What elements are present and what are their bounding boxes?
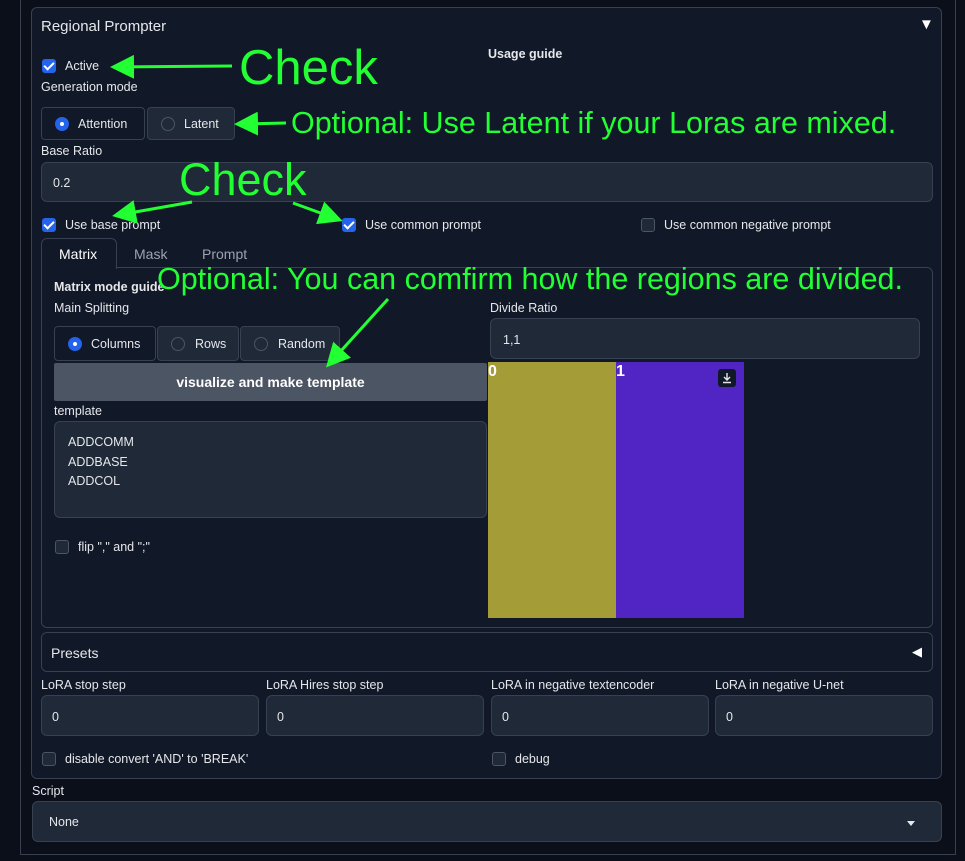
arrow-to-latent <box>234 111 287 136</box>
arrow-to-base-prompt <box>112 200 193 224</box>
arrow-to-visualize <box>325 297 390 368</box>
arrow-to-common-prompt <box>292 201 343 225</box>
arrow-to-active <box>110 54 233 79</box>
annotation-arrows <box>110 54 390 368</box>
